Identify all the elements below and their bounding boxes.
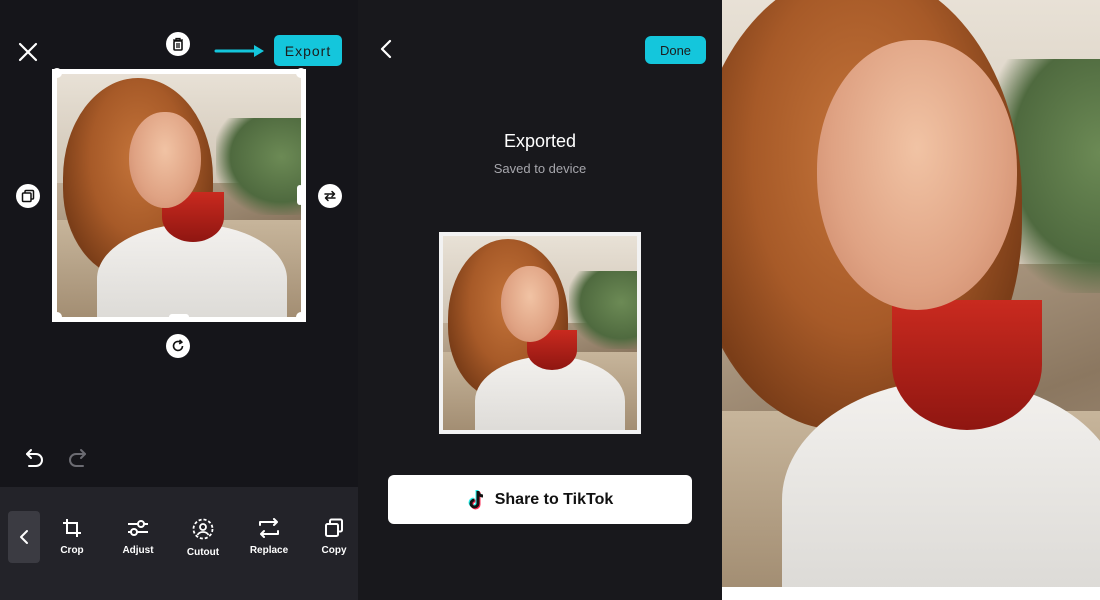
editor-panel: Export Crop Adjust Cutout Replace Copy — [0, 0, 358, 600]
tool-label: Adjust — [122, 545, 154, 556]
export-subtitle: Saved to device — [493, 161, 587, 176]
copy-icon — [325, 518, 343, 537]
tool-copy[interactable]: Copy — [306, 518, 358, 562]
share-to-tiktok-button[interactable]: Share to TikTok — [388, 475, 692, 524]
selected-image-frame[interactable] — [52, 69, 306, 322]
exported-photo — [443, 236, 637, 430]
resize-handle-bl[interactable] — [52, 312, 62, 322]
full-photo — [722, 0, 1100, 587]
redo-icon[interactable] — [66, 446, 90, 470]
resize-handle-right[interactable] — [297, 185, 303, 205]
resize-handle-br[interactable] — [296, 312, 306, 322]
tool-replace[interactable]: Replace — [241, 518, 297, 562]
crop-icon — [63, 519, 81, 537]
edited-photo — [57, 74, 301, 317]
tool-crop[interactable]: Crop — [44, 518, 100, 562]
tool-cutout[interactable]: Cutout — [175, 518, 231, 562]
cutout-icon — [192, 518, 214, 540]
tool-label: Copy — [321, 545, 347, 556]
rotate-icon[interactable] — [166, 334, 190, 358]
tiktok-icon — [468, 489, 483, 509]
tool-adjust[interactable]: Adjust — [110, 518, 166, 562]
resize-handle-tr[interactable] — [296, 68, 306, 78]
exported-thumbnail — [439, 232, 641, 434]
undo-icon[interactable] — [22, 446, 46, 470]
resize-handle-bottom[interactable] — [169, 314, 189, 320]
export-title: Exported — [503, 131, 577, 151]
tool-label: Cutout — [186, 547, 220, 558]
toolbar-back-button[interactable] — [8, 511, 40, 563]
resize-handle-tl[interactable] — [52, 68, 62, 78]
sliders-icon — [128, 520, 148, 536]
export-button[interactable]: Export — [274, 35, 342, 66]
copy-icon[interactable] — [16, 184, 40, 208]
tool-label: Replace — [249, 545, 289, 556]
trash-icon[interactable] — [166, 32, 190, 56]
share-label: Share to TikTok — [494, 490, 614, 508]
chevron-left-icon — [20, 530, 28, 544]
export-panel: Done Exported Saved to device Share to T… — [358, 0, 722, 600]
replace-icon — [259, 518, 279, 538]
close-icon[interactable] — [16, 40, 40, 64]
full-photo-panel — [722, 0, 1100, 600]
arrow-indicator — [214, 45, 264, 57]
chevron-left-icon[interactable] — [376, 38, 396, 60]
swap-icon[interactable] — [318, 184, 342, 208]
done-button[interactable]: Done — [645, 36, 706, 64]
tool-label: Crop — [60, 545, 84, 556]
